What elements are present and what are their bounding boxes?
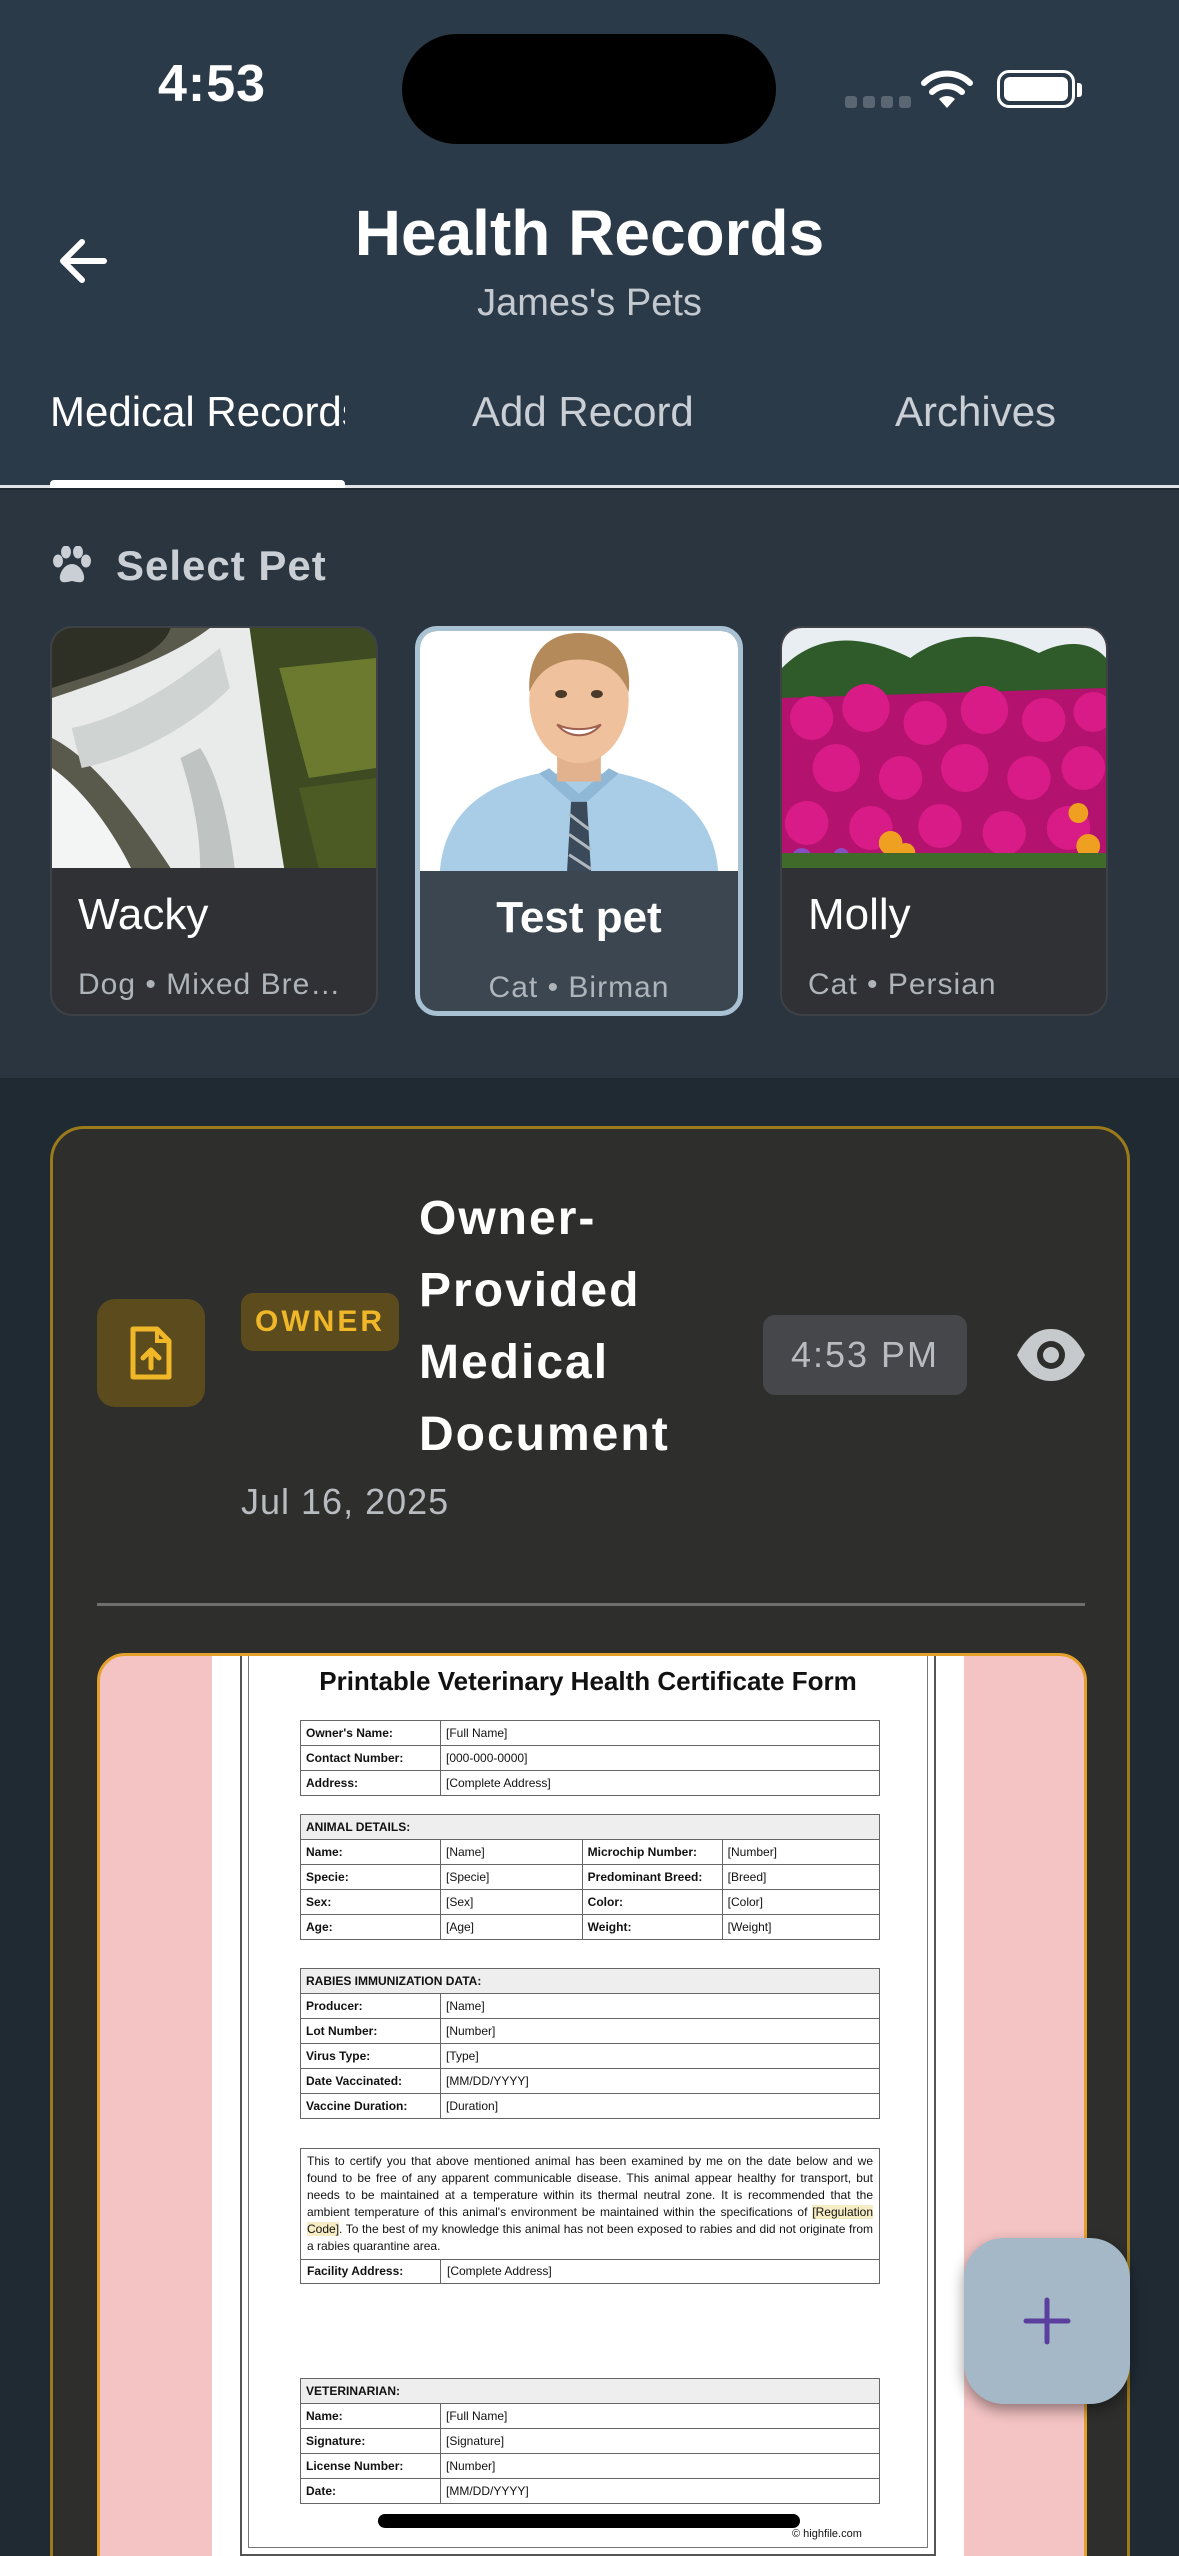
pet-name: Test pet [496, 893, 662, 942]
form-copyright: © highfile.com [792, 2528, 862, 2540]
pet-name: Molly [808, 890, 911, 939]
tab-bar: Medical Records Add Record Archives [0, 380, 1179, 488]
status-icons [845, 62, 1082, 114]
dynamic-island [402, 34, 776, 144]
rabies-data-table: RABIES IMMUNIZATION DATA: Producer: [Name… [300, 1968, 880, 2119]
active-tab-indicator [50, 480, 345, 488]
pet-card-wacky[interactable]: Wacky Dog • Mixed Bre… [50, 626, 378, 1016]
eye-icon[interactable] [1013, 1319, 1089, 1391]
veterinarian-table: VETERINARIAN: Name: [Full Name] Signature… [300, 2378, 880, 2504]
pet-details: Cat • Persian [808, 968, 997, 1001]
plus-icon [1023, 2297, 1071, 2345]
battery-icon [997, 70, 1082, 108]
pet-card-test-pet[interactable]: Test pet Cat • Birman [415, 626, 743, 1016]
pet-details: Cat • Birman [488, 971, 670, 1004]
pet-photo-portrait [420, 631, 738, 871]
pet-selector: Select Pet Wacky Dog • Mixed Bre… Test p… [0, 490, 1179, 1078]
cellular-signal-icon [845, 96, 911, 108]
file-upload-icon [130, 1326, 172, 1380]
tab-medical-records[interactable]: Medical Records [50, 388, 345, 436]
owner-info-table: Owner's Name: [Full Name] Contact Number:… [300, 1720, 880, 1796]
pet-selector-header: Select Pet [50, 542, 327, 590]
wifi-icon [921, 70, 973, 108]
certification-statement: This to certify you that above mentioned… [300, 2148, 880, 2284]
record-title: Owner-Provided Medical Document [419, 1192, 670, 1461]
pet-photo-waterfall [52, 628, 376, 868]
status-time: 4:53 [158, 55, 267, 113]
paw-icon [53, 546, 91, 583]
animal-details-table: ANIMAL DETAILS: Name: [Name] Microchip Num… [300, 1814, 881, 1940]
document-preview[interactable]: Printable Veterinary Health Certificate … [97, 1653, 1087, 2556]
home-indicator[interactable] [378, 2514, 800, 2528]
document-type-icon-box [97, 1299, 205, 1407]
select-pet-label: Select Pet [116, 542, 327, 589]
add-record-fab[interactable] [964, 2238, 1130, 2404]
pet-card-molly[interactable]: Molly Cat • Persian [780, 626, 1108, 1016]
form-title: Printable Veterinary Health Certificate … [319, 1666, 857, 1696]
app-header: 4:53 Health Records James's Pets Medical… [0, 0, 1179, 488]
record-divider [97, 1603, 1085, 1606]
pet-details: Dog • Mixed Bre… [78, 968, 342, 1001]
record-date: Jul 16, 2025 [241, 1481, 450, 1522]
pet-photo-flowers [782, 628, 1106, 868]
pet-name: Wacky [78, 890, 209, 939]
tab-archives[interactable]: Archives [895, 388, 1056, 436]
tab-add-record[interactable]: Add Record [472, 388, 694, 436]
record-time: 4:53 PM [763, 1315, 967, 1395]
page-subtitle: James's Pets [477, 282, 702, 324]
owner-badge: OWNER [241, 1293, 399, 1351]
certificate-page: Printable Veterinary Health Certificate … [212, 1656, 964, 2556]
page-title: Health Records [354, 197, 825, 269]
